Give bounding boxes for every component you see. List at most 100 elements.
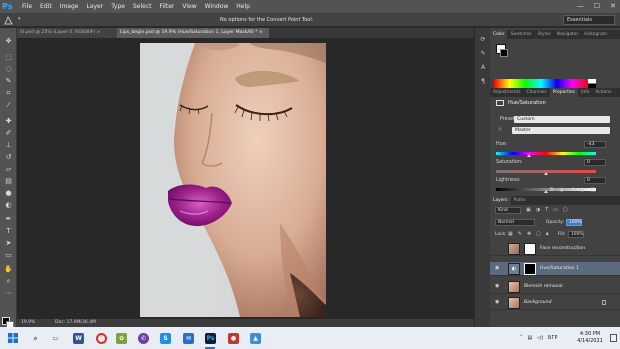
tab-info[interactable]: Info xyxy=(578,88,592,97)
marquee-tool-icon[interactable]: ⬚ xyxy=(4,54,13,61)
targeted-adjustment-icon[interactable]: ☝ xyxy=(498,126,502,133)
tab-layers[interactable]: Layers xyxy=(490,196,511,205)
lock-all-icon[interactable]: 🔒︎ xyxy=(546,231,549,237)
chevron-up-icon[interactable]: ˄ xyxy=(520,335,523,341)
layer-row-background[interactable]: ◉ Background xyxy=(490,296,620,310)
tab-styles[interactable]: Styles xyxy=(534,30,553,39)
workspace-select[interactable]: Essentials xyxy=(563,15,615,25)
move-tool-icon[interactable]: ✥ xyxy=(4,38,13,45)
skype-icon[interactable]: S xyxy=(160,333,171,344)
hue-value[interactable]: -43 xyxy=(584,141,606,148)
opacity-input[interactable]: 100% xyxy=(566,219,582,226)
tab-lit[interactable]: lit.psd @ 25% (Layer 0, RGB/8#) × xyxy=(17,28,117,38)
menu-file[interactable]: File xyxy=(22,0,32,13)
trash-icon[interactable]: ▥ xyxy=(591,187,596,193)
crop-tool-icon[interactable]: ⌗ xyxy=(4,90,13,97)
search-icon[interactable]: ⌕ xyxy=(30,333,41,344)
type-tool-icon[interactable]: T xyxy=(4,228,13,235)
quick-select-tool-icon[interactable]: ✎ xyxy=(4,78,13,85)
pen-tool-icon[interactable]: ✒ xyxy=(4,216,13,223)
eraser-tool-icon[interactable]: ▱ xyxy=(4,166,13,173)
layer-row-face-reconstruction[interactable]: Face reconstruction xyxy=(490,242,620,256)
filter-type-icon[interactable]: T xyxy=(545,207,548,213)
filter-shape-icon[interactable]: ▭ xyxy=(553,207,558,213)
green-app-icon[interactable]: ✿ xyxy=(116,333,127,344)
chrome-icon[interactable] xyxy=(96,333,107,344)
dodge-tool-icon[interactable]: ◐ xyxy=(4,202,13,209)
eye-icon[interactable]: ◉ xyxy=(495,266,501,271)
windows-start-icon[interactable] xyxy=(8,333,18,343)
tab-adjustments[interactable]: Adjustments xyxy=(490,88,524,97)
minimize-button[interactable]: — xyxy=(577,2,584,10)
eye-icon[interactable]: ◉ xyxy=(495,284,501,289)
menu-help[interactable]: Help xyxy=(236,0,250,13)
blur-tool-icon[interactable]: ● xyxy=(4,190,13,197)
fill-input[interactable]: 100% xyxy=(568,231,584,238)
network-icon[interactable]: ▤ xyxy=(528,335,533,341)
more-tools-icon[interactable]: ⋯ xyxy=(4,290,13,297)
menu-edit[interactable]: Edit xyxy=(40,0,52,13)
word-icon[interactable]: W xyxy=(73,333,84,344)
color-spectrum[interactable] xyxy=(494,79,588,88)
history-icon[interactable]: ⟳ xyxy=(478,36,488,44)
menu-image[interactable]: Image xyxy=(60,0,79,13)
language-indicator[interactable]: БГР xyxy=(548,335,558,341)
tab-color[interactable]: Color xyxy=(490,30,508,39)
lightness-value[interactable]: 0 xyxy=(584,177,606,184)
path-select-tool-icon[interactable]: ➤ xyxy=(4,240,13,247)
layer-row-hue-saturation[interactable]: ◉ ◐ Hue/Saturation 1 xyxy=(490,262,620,276)
portrait-photo[interactable] xyxy=(140,43,326,317)
task-view-icon[interactable]: ▭ xyxy=(50,333,61,344)
saturation-value[interactable]: 0 xyxy=(584,159,606,166)
menu-view[interactable]: View xyxy=(182,0,196,13)
menu-window[interactable]: Window xyxy=(205,0,229,13)
notifications-icon[interactable] xyxy=(610,334,617,342)
eye-icon[interactable]: ◉ xyxy=(495,300,501,305)
hue-slider-thumb[interactable] xyxy=(527,154,531,157)
filter-smart-icon[interactable]: ▢ xyxy=(563,207,568,213)
tab-channels[interactable]: Channels xyxy=(524,88,550,97)
tab-histogram[interactable]: Histogram xyxy=(581,30,610,39)
eyedropper-tool-icon[interactable]: ⁄ xyxy=(4,102,13,109)
menu-type[interactable]: Type xyxy=(111,0,125,13)
zoom-level[interactable]: 19.9% xyxy=(21,319,35,327)
tab-swatches[interactable]: Swatches xyxy=(507,30,534,39)
history-brush-icon[interactable]: ↺ xyxy=(4,154,13,161)
hue-slider[interactable] xyxy=(496,152,596,155)
brush-settings-icon[interactable]: ✎ xyxy=(478,50,488,58)
layer-name[interactable]: Face reconstruction xyxy=(540,242,585,256)
menu-select[interactable]: Select xyxy=(133,0,152,13)
reset-icon[interactable]: ↺ xyxy=(570,187,574,193)
tab-paths[interactable]: Paths xyxy=(511,196,529,205)
layer-mask-thumbnail[interactable] xyxy=(524,243,536,255)
filter-adjust-icon[interactable]: ◑ xyxy=(536,207,540,213)
view-previous-icon[interactable]: ◉ xyxy=(560,187,564,193)
close-button[interactable]: ✕ xyxy=(610,2,616,10)
lock-paint-icon[interactable]: ✎ xyxy=(518,231,522,237)
convert-point-tool-icon[interactable] xyxy=(4,16,14,25)
filter-pixel-icon[interactable]: ▣ xyxy=(526,207,531,213)
gradient-tool-icon[interactable]: ▤ xyxy=(4,178,13,185)
channel-select[interactable]: Master xyxy=(512,127,610,134)
paragraph-icon[interactable]: ¶ xyxy=(478,78,488,86)
lasso-tool-icon[interactable]: ◌ xyxy=(4,66,13,73)
shape-tool-icon[interactable]: ▭ xyxy=(4,252,13,259)
hand-tool-icon[interactable]: ✋ xyxy=(4,266,13,273)
zoom-tool-icon[interactable]: ⌕ xyxy=(4,278,13,285)
lock-move-icon[interactable]: ✥ xyxy=(527,231,531,237)
menu-layer[interactable]: Layer xyxy=(86,0,103,13)
brush-tool-icon[interactable]: ✐ xyxy=(4,130,13,137)
character-icon[interactable]: A xyxy=(478,64,488,72)
lightness-slider-thumb[interactable] xyxy=(544,190,548,193)
photos-icon[interactable]: ▲ xyxy=(250,333,261,344)
layer-name[interactable]: Blemish removal xyxy=(524,280,562,294)
clip-icon[interactable]: ⧉ xyxy=(550,187,554,193)
layer-kind-filter[interactable]: Kind xyxy=(495,207,521,214)
healing-brush-icon[interactable]: ✚ xyxy=(4,118,13,125)
lock-artboard-icon[interactable]: ▢ xyxy=(536,231,541,237)
black-white-ramp[interactable] xyxy=(588,79,596,88)
lock-pixels-icon[interactable]: ▦ xyxy=(508,231,513,237)
visibility-off-icon[interactable] xyxy=(495,246,501,251)
tab-navigator[interactable]: Navigator xyxy=(554,30,581,39)
layer-name[interactable]: Hue/Saturation 1 xyxy=(540,262,579,276)
